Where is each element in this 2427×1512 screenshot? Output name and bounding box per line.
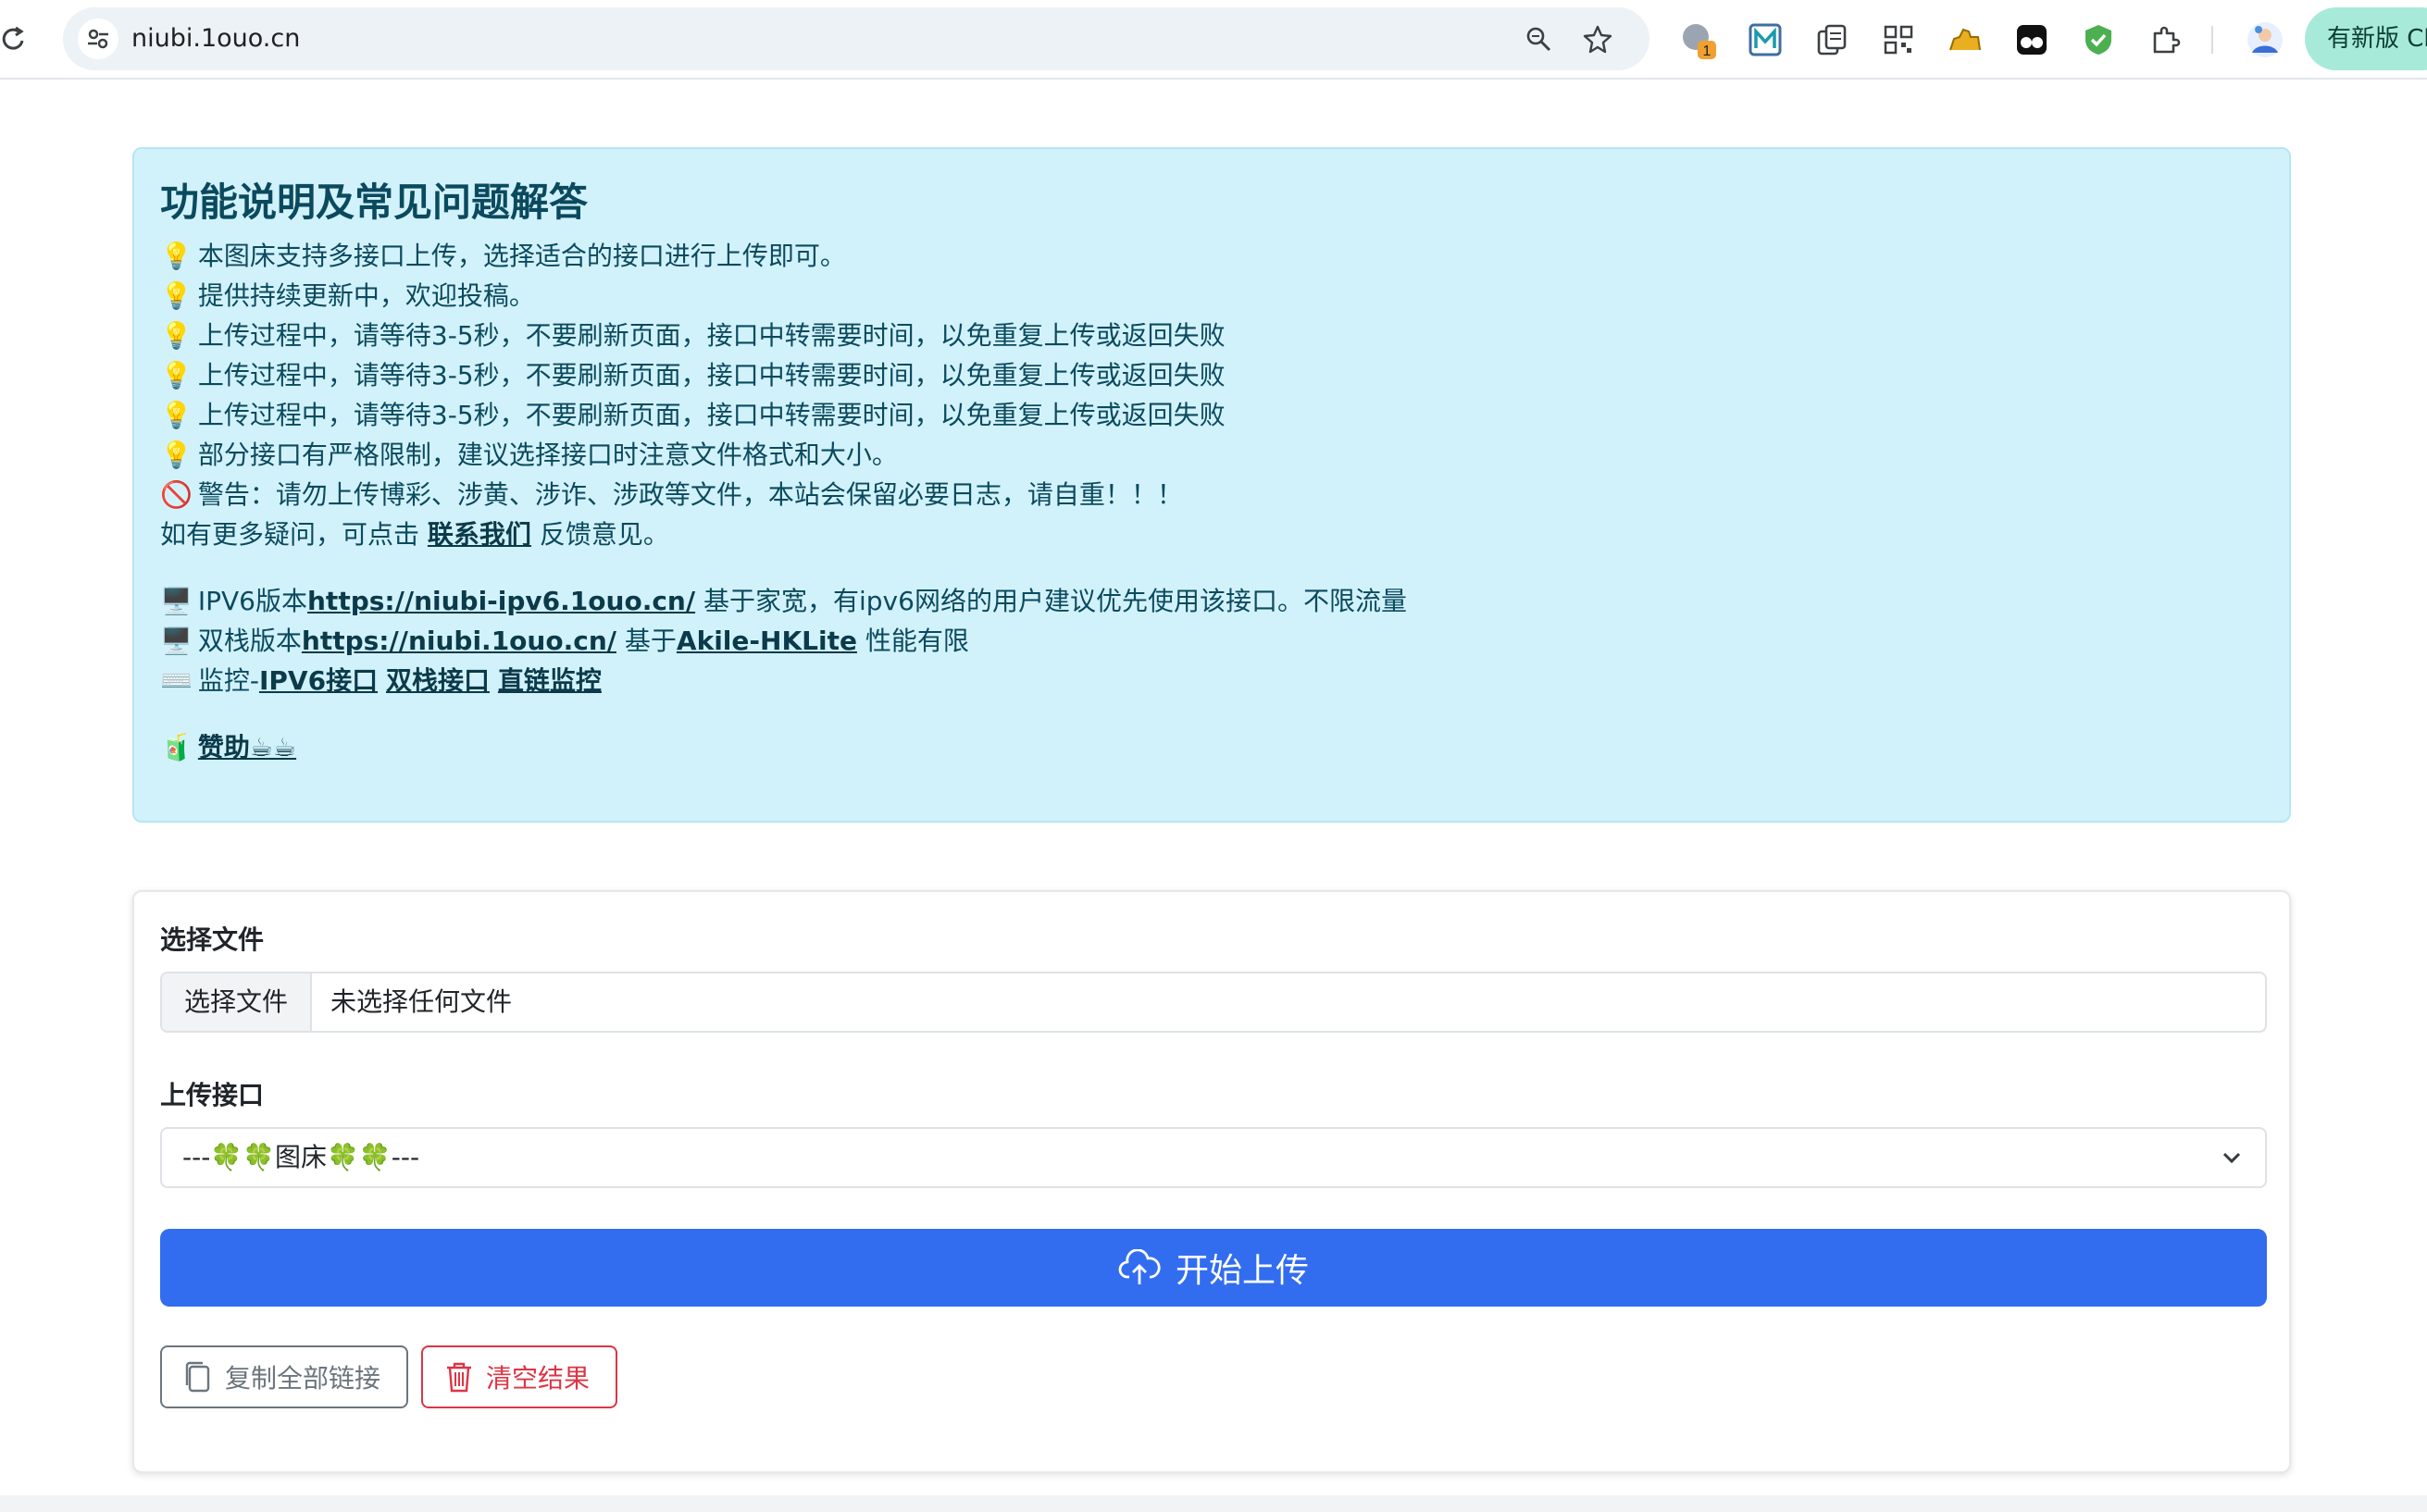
prohibited-icon: 🚫: [160, 479, 193, 510]
api-label: 上传接口: [160, 1080, 265, 1110]
file-input[interactable]: 选择文件 未选择任何文件: [160, 972, 2267, 1033]
extensions-puzzle-icon[interactable]: [2144, 19, 2186, 61]
dual-mid: 基于: [624, 626, 677, 656]
info-alert: 功能说明及常见问题解答 💡 本图床支持多接口上传，选择适合的接口进行上传即可。 💡…: [132, 147, 2291, 823]
lightbulb-icon: 💡: [160, 320, 193, 351]
ipv6-prefix: IPV6版本: [197, 586, 307, 616]
bookmark-star-icon[interactable]: [1579, 20, 1616, 57]
toolbar-divider: [2210, 19, 2214, 61]
contact-suffix: 反馈意见。: [539, 519, 669, 550]
shield-check-icon[interactable]: [2077, 19, 2120, 61]
sponsor-link[interactable]: 赞助☕☕: [198, 732, 296, 762]
clear-results-label: 清空结果: [486, 1363, 591, 1394]
bottom-strip: [0, 1495, 2427, 1512]
lightbulb-icon: 💡: [160, 280, 193, 311]
lightbulb-icon: 💡: [160, 440, 193, 470]
monitor-direct-link[interactable]: 直链监控: [498, 665, 602, 696]
start-upload-label: 开始上传: [1175, 1252, 1309, 1290]
monitor-ipv6-link[interactable]: IPV6接口: [259, 665, 378, 696]
tip-text: 上传过程中，请等待3-5秒，不要刷新页面，接口中转需要时间，以免重复上传或返回失…: [197, 360, 1226, 390]
tip-line: 💡 部分接口有严格限制，建议选择接口时注意文件格式和大小。: [160, 437, 898, 474]
monitor-dual-link[interactable]: 双栈接口: [386, 665, 490, 696]
svg-text:1: 1: [1703, 43, 1711, 59]
lightbulb-icon: 💡: [160, 400, 193, 430]
copy-all-links-button[interactable]: 复制全部链接: [160, 1345, 408, 1408]
monitor-prefix: 监控-: [197, 665, 259, 696]
dual-stack-link[interactable]: https://niubi.1ouo.cn/: [302, 626, 616, 656]
extension-badge-icon[interactable]: 1: [1677, 19, 1720, 61]
sponsor-line: 🧃 赞助☕☕: [160, 729, 296, 766]
url-text[interactable]: niubi.1ouo.cn: [131, 7, 300, 70]
tip-line: 💡 上传过程中，请等待3-5秒，不要刷新页面，接口中转需要时间，以免重复上传或返回…: [160, 357, 1226, 394]
browser-toolbar: niubi.1ouo.cn 1 有新版 Ch: [0, 0, 2427, 80]
juice-icon: 🧃: [160, 732, 193, 762]
tip-line: 💡 提供持续更新中，欢迎投稿。: [160, 278, 535, 315]
copy-icon: [185, 1361, 210, 1393]
dual-suffix: 性能有限: [865, 626, 969, 656]
zoom-icon[interactable]: [1520, 20, 1557, 57]
dual-stack-line: 🖥️ 双栈版本https://niubi.1ouo.cn/ 基于Akile-HKL…: [160, 623, 969, 660]
browser-update-button[interactable]: 有新版 Ch: [2305, 7, 2427, 70]
tip-line: 💡 上传过程中，请等待3-5秒，不要刷新页面，接口中转需要时间，以免重复上传或返回…: [160, 317, 1226, 354]
keyboard-icon: ⌨️: [160, 665, 193, 696]
tip-line: 💡 上传过程中，请等待3-5秒，不要刷新页面，接口中转需要时间，以免重复上传或返回…: [160, 397, 1226, 434]
camel-extension-icon[interactable]: [1944, 19, 1986, 61]
copy-all-links-label: 复制全部链接: [225, 1363, 381, 1394]
ipv6-link[interactable]: https://niubi-ipv6.1ouo.cn/: [307, 586, 695, 616]
tip-text: 上传过程中，请等待3-5秒，不要刷新页面，接口中转需要时间，以免重复上传或返回失…: [197, 400, 1226, 430]
tampermonkey-icon[interactable]: [2010, 19, 2053, 61]
profile-avatar[interactable]: [2244, 19, 2286, 61]
tip-line: 💡 本图床支持多接口上传，选择适合的接口进行上传即可。: [160, 238, 846, 275]
desktop-icon: 🖥️: [160, 626, 193, 656]
tip-text: 部分接口有严格限制，建议选择接口时注意文件格式和大小。: [197, 440, 898, 470]
site-settings-icon[interactable]: [78, 19, 118, 59]
lightbulb-icon: 💡: [160, 360, 193, 390]
dual-prefix: 双栈版本: [197, 626, 302, 656]
contact-prefix: 如有更多疑问，可点击: [160, 519, 420, 550]
tip-text: 本图床支持多接口上传，选择适合的接口进行上传即可。: [197, 241, 846, 271]
tip-text: 提供持续更新中，欢迎投稿。: [197, 280, 535, 311]
monitor-line: ⌨️ 监控-IPV6接口 双栈接口 直链监控: [160, 663, 602, 700]
info-title: 功能说明及常见问题解答: [160, 180, 589, 225]
akile-link[interactable]: Akile-HKLite: [677, 626, 857, 656]
ipv6-suffix: 基于家宽，有ipv6网络的用户建议优先使用该接口。不限流量: [703, 586, 1407, 616]
api-select[interactable]: ---🍀🍀图床🍀🍀---: [160, 1127, 2267, 1188]
warning-line: 🚫 警告：请勿上传博彩、涉黄、涉诈、涉政等文件，本站会保留必要日志，请自重！！！: [160, 477, 1183, 514]
cloud-upload-icon: [1118, 1249, 1161, 1284]
reload-icon[interactable]: [0, 20, 28, 57]
warning-text: 警告：请勿上传博彩、涉黄、涉诈、涉政等文件，本站会保留必要日志，请自重！！！: [197, 479, 1183, 510]
clear-results-button[interactable]: 清空结果: [421, 1345, 617, 1408]
tip-text: 上传过程中，请等待3-5秒，不要刷新页面，接口中转需要时间，以免重复上传或返回失…: [197, 320, 1226, 351]
lightbulb-icon: 💡: [160, 241, 193, 271]
address-bar[interactable]: niubi.1ouo.cn: [63, 7, 1649, 70]
chevron-down-icon: [2222, 1152, 2241, 1164]
markdown-extension-icon[interactable]: [1744, 19, 1786, 61]
upload-card: 选择文件 选择文件 未选择任何文件 上传接口 ---🍀🍀图床🍀🍀--- 开始上传…: [132, 890, 2291, 1473]
file-status: 未选择任何文件: [330, 986, 513, 1017]
ipv6-line: 🖥️ IPV6版本https://niubi-ipv6.1ouo.cn/ 基于家宽…: [160, 583, 1407, 620]
contact-line: 如有更多疑问，可点击 联系我们 反馈意见。: [160, 516, 669, 553]
contact-us-link[interactable]: 联系我们: [428, 519, 531, 550]
trash-icon: [447, 1362, 471, 1393]
qr-code-icon[interactable]: [1877, 19, 1920, 61]
file-label: 选择文件: [160, 924, 265, 955]
choose-file-button[interactable]: 选择文件: [162, 973, 312, 1031]
api-selected-value: ---🍀🍀图床🍀🍀---: [182, 1142, 420, 1172]
start-upload-button[interactable]: 开始上传: [160, 1229, 2267, 1307]
desktop-icon: 🖥️: [160, 586, 193, 616]
copy-tabs-extension-icon[interactable]: [1811, 19, 1853, 61]
